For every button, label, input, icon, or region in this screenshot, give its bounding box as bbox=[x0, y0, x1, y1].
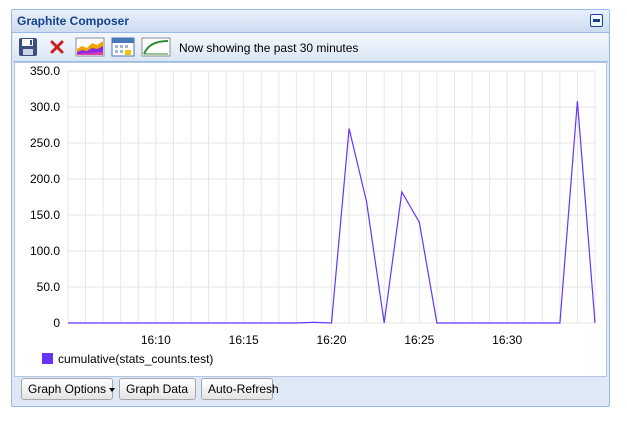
footer-toolbar: Graph Options Graph Data Auto-Refresh bbox=[12, 378, 609, 408]
x-tick-label: 16:20 bbox=[316, 333, 346, 347]
y-tick-label: 100.0 bbox=[30, 244, 60, 258]
save-icon[interactable] bbox=[18, 37, 40, 57]
toolbar: Now showing the past 30 minutes bbox=[13, 33, 608, 62]
graph-image: 0 50.0 100.0 150.0 200.0 250.0 300.0 350.0 16:1… bbox=[14, 62, 607, 377]
x-tick-label: 16:10 bbox=[141, 333, 171, 347]
graphite-composer-panel: Graphite Composer Now showing the past 3… bbox=[11, 9, 610, 407]
graph-options-button[interactable]: Graph Options bbox=[21, 378, 116, 400]
legend-label: cumulative(stats_counts.test) bbox=[58, 352, 213, 366]
graph-options-label: Graph Options bbox=[28, 382, 107, 396]
x-tick-label: 16:25 bbox=[404, 333, 434, 347]
chevron-down-icon bbox=[109, 387, 116, 392]
y-tick-label: 150.0 bbox=[30, 208, 60, 222]
x-tick-label: 16:15 bbox=[229, 333, 259, 347]
panel-header: Graphite Composer bbox=[12, 10, 609, 33]
graph-data-button[interactable]: Graph Data bbox=[119, 378, 196, 400]
collapse-icon[interactable] bbox=[590, 14, 603, 27]
line-chart: 0 50.0 100.0 150.0 200.0 250.0 300.0 350.0 16:1… bbox=[30, 64, 596, 366]
relative-time-icon[interactable] bbox=[141, 37, 171, 57]
calendar-icon[interactable] bbox=[111, 37, 135, 57]
y-tick-label: 300.0 bbox=[30, 100, 60, 114]
auto-refresh-button[interactable]: Auto-Refresh bbox=[201, 378, 279, 400]
legend-swatch bbox=[42, 353, 53, 364]
graph-options-icon[interactable] bbox=[75, 37, 105, 57]
y-tick-label: 250.0 bbox=[30, 136, 60, 150]
y-tick-label: 50.0 bbox=[37, 280, 61, 294]
y-tick-label: 350.0 bbox=[30, 64, 60, 78]
y-tick-label: 0 bbox=[53, 316, 60, 330]
time-range-status: Now showing the past 30 minutes bbox=[179, 41, 359, 55]
delete-icon[interactable] bbox=[47, 37, 69, 57]
panel-title: Graphite Composer bbox=[17, 14, 130, 28]
y-tick-label: 200.0 bbox=[30, 172, 60, 186]
x-tick-label: 16:30 bbox=[492, 333, 522, 347]
